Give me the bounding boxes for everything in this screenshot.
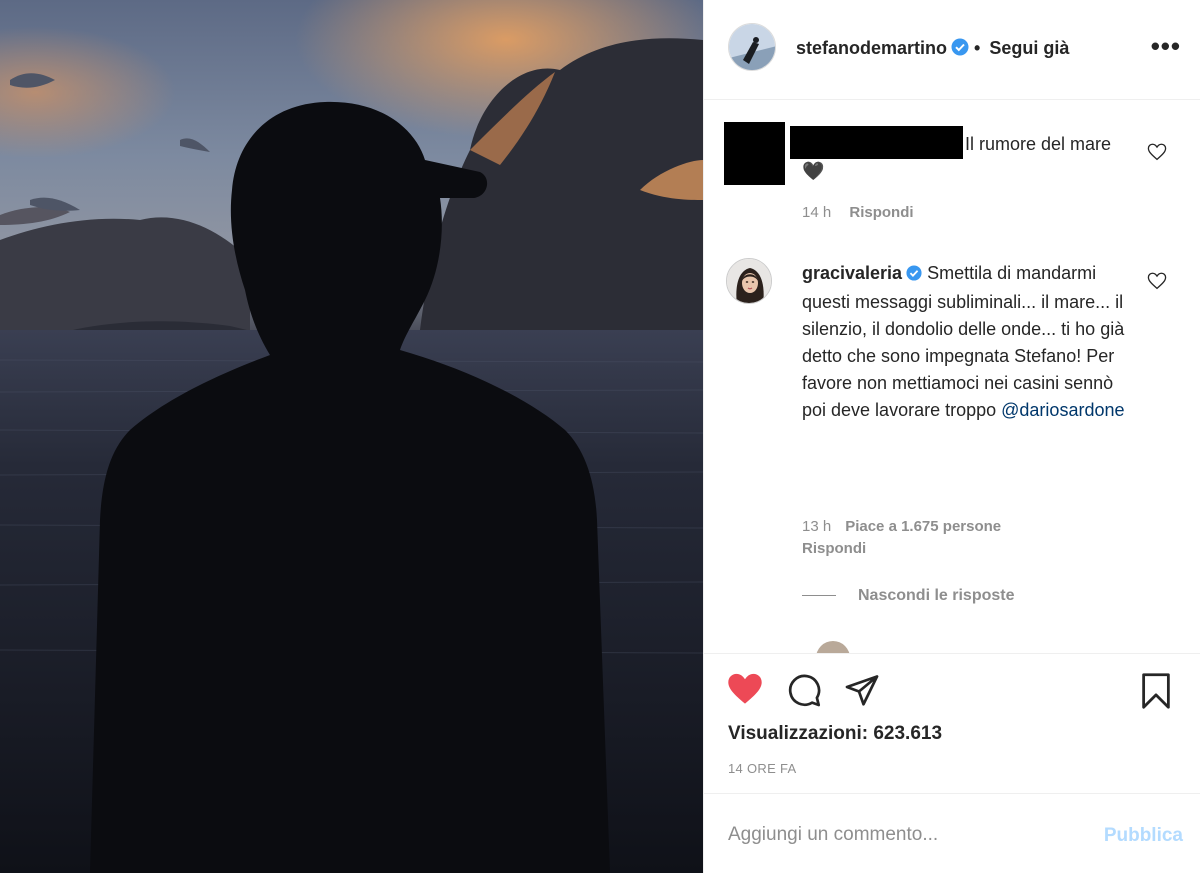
- more-options-icon[interactable]: •••: [1151, 33, 1181, 59]
- heart-filled-icon[interactable]: [726, 672, 764, 706]
- share-icon[interactable]: [844, 672, 880, 708]
- comment-likes[interactable]: Piace a 1.675 persone: [845, 518, 1001, 535]
- hide-replies-button[interactable]: Nascondi le risposte: [802, 587, 1015, 605]
- reply-button[interactable]: Rispondi: [849, 204, 913, 221]
- avatar[interactable]: [816, 641, 850, 653]
- hide-replies-label: Nascondi le risposte: [858, 587, 1015, 604]
- post-photo[interactable]: [0, 0, 703, 873]
- avatar[interactable]: [728, 23, 776, 71]
- comment-body: gracivaleria Smettila di mandarmi questi…: [802, 260, 1127, 424]
- comment-meta: 13 h Piace a 1.675 persone Rispondi: [802, 516, 1001, 560]
- separator-dot: •: [974, 38, 981, 58]
- avatar[interactable]: [726, 258, 772, 304]
- add-comment-bar: Pubblica: [704, 793, 1200, 873]
- follow-status-button[interactable]: Segui già: [989, 38, 1069, 58]
- publish-button[interactable]: Pubblica: [1104, 825, 1183, 847]
- avatar-image: [729, 24, 775, 70]
- post-panel: stefanodemartino • Segui già ••• Il rumo…: [703, 0, 1200, 873]
- author-username[interactable]: stefanodemartino: [796, 38, 947, 58]
- post-actions: Visualizzazioni: 623.613 14 ORE FA: [704, 653, 1200, 793]
- comment-time: 13 h: [802, 518, 832, 535]
- avatar-image: [727, 259, 771, 303]
- reply-button[interactable]: Rispondi: [802, 540, 866, 557]
- comments-list[interactable]: Il rumore del mare🖤 14 h Rispondi graciv…: [704, 101, 1200, 653]
- comment-text: Smettila di mandarmi questi messaggi sub…: [802, 263, 1125, 420]
- post-timestamp: 14 ORE FA: [728, 761, 797, 776]
- comment-text: Il rumore del mare🖤: [802, 134, 1112, 181]
- verified-badge-icon: [906, 262, 922, 289]
- post-header: stefanodemartino • Segui già •••: [704, 0, 1200, 100]
- bookmark-icon[interactable]: [1139, 672, 1173, 710]
- like-comment-icon[interactable]: [1147, 143, 1167, 161]
- like-comment-icon[interactable]: [1147, 272, 1167, 290]
- comment-icon[interactable]: [786, 672, 822, 708]
- redacted-avatar: [724, 122, 785, 185]
- comment-input[interactable]: [728, 820, 1068, 850]
- comment-meta: 14 h Rispondi: [802, 204, 928, 221]
- verified-badge-icon: [951, 38, 969, 61]
- post-image: [0, 0, 703, 873]
- mention-link[interactable]: @dariosardone: [1001, 400, 1124, 420]
- comment-username[interactable]: gracivaleria: [802, 263, 902, 283]
- divider-line: [802, 595, 836, 597]
- post-author: stefanodemartino • Segui già: [796, 38, 1069, 61]
- comment-time: 14 h: [802, 204, 832, 221]
- views-count[interactable]: Visualizzazioni: 623.613: [728, 723, 942, 745]
